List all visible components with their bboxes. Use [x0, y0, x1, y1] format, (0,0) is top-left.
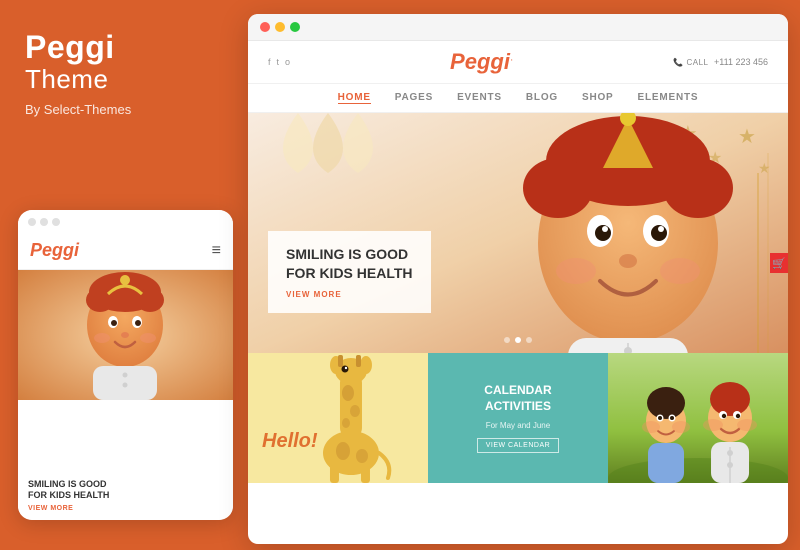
mobile-dot-2	[40, 218, 48, 226]
mobile-hero-title: SMILING IS GOOD FOR KIDS HEALTH	[28, 479, 223, 502]
hero-text-box: SMILING IS GOOD FOR KIDS HEALTH VIEW MOR…	[268, 231, 431, 313]
desktop-grid: Hello! CALENDAR ACTIVITIES For May and J…	[248, 353, 788, 483]
close-dot	[260, 22, 270, 32]
left-panel: Peggi Theme By Select-Themes Peggi ≡	[0, 0, 248, 550]
minimize-dot	[275, 22, 285, 32]
slide-dot-3[interactable]	[526, 337, 532, 343]
hero-slider-dots	[504, 337, 532, 343]
desktop-nav: HOME PAGES EVENTS BLOG SHOP ELEMENTS	[248, 84, 788, 113]
grid-cell-calendar: CALENDAR ACTIVITIES For May and June VIE…	[428, 353, 608, 483]
nav-pages[interactable]: PAGES	[395, 92, 433, 104]
nav-home[interactable]: HOME	[338, 92, 371, 104]
desktop-top-bar	[248, 14, 788, 41]
facebook-icon[interactable]: f	[268, 57, 271, 67]
calendar-activities-title: CALENDAR ACTIVITIES	[484, 383, 551, 414]
hero-title: SMILING IS GOOD FOR KIDS HEALTH	[286, 245, 413, 284]
mobile-top-bar	[18, 210, 233, 234]
mobile-dot-3	[52, 218, 60, 226]
nav-shop[interactable]: SHOP	[582, 92, 614, 104]
nav-events[interactable]: EVENTS	[457, 92, 502, 104]
instagram-icon[interactable]: o	[285, 57, 290, 67]
kids-photo	[608, 353, 788, 483]
mobile-hero-text: SMILING IS GOOD FOR KIDS HEALTH VIEW MOR…	[18, 471, 233, 520]
desktop-hero: ★ ★ ★ ★ ★ ★ ★	[248, 113, 788, 353]
nav-blog[interactable]: BLOG	[526, 92, 558, 104]
desktop-dots	[260, 22, 300, 32]
desktop-mockup: f t o Peggi· 📞 CALL +111 223 456 HOME PA…	[248, 14, 788, 544]
slide-dot-2[interactable]	[515, 337, 521, 343]
desktop-site-header: f t o Peggi· 📞 CALL +111 223 456	[248, 41, 788, 84]
mobile-logo: Peggi	[30, 240, 79, 261]
hello-text: Hello!	[262, 430, 318, 453]
mobile-hero-image	[18, 270, 233, 400]
mobile-dots	[28, 218, 60, 226]
grid-cell-photo	[608, 353, 788, 483]
site-logo: Peggi	[450, 49, 510, 74]
social-links: f t o	[268, 57, 290, 67]
mobile-hero	[18, 270, 233, 400]
call-number: +111 223 456	[714, 57, 768, 67]
twitter-icon[interactable]: t	[277, 57, 280, 67]
svg-text:★: ★	[758, 160, 771, 176]
hero-view-more-link[interactable]: VIEW MORE	[286, 290, 413, 299]
mobile-mockup: Peggi ≡	[18, 210, 233, 520]
maximize-dot	[290, 22, 300, 32]
call-label: 📞 CALL	[673, 58, 708, 67]
giraffe-illustration	[248, 353, 428, 483]
site-logo-area: Peggi·	[450, 49, 513, 75]
nav-elements[interactable]: ELEMENTS	[638, 92, 699, 104]
view-calendar-button[interactable]: VIEW CALENDAR	[477, 438, 559, 453]
slide-dot-1[interactable]	[504, 337, 510, 343]
grid-cell-hello: Hello!	[248, 353, 428, 483]
calendar-subtitle: For May and June	[486, 421, 550, 430]
svg-text:★: ★	[738, 126, 756, 148]
theme-title: Peggi Theme By Select-Themes	[25, 30, 223, 117]
mobile-dot-1	[28, 218, 36, 226]
call-info: 📞 CALL +111 223 456	[673, 57, 768, 67]
mobile-header: Peggi ≡	[18, 234, 233, 270]
cart-button[interactable]: 🛒	[770, 253, 788, 273]
mobile-view-more-link[interactable]: VIEW MORE	[28, 505, 223, 512]
hamburger-icon[interactable]: ≡	[212, 242, 221, 260]
